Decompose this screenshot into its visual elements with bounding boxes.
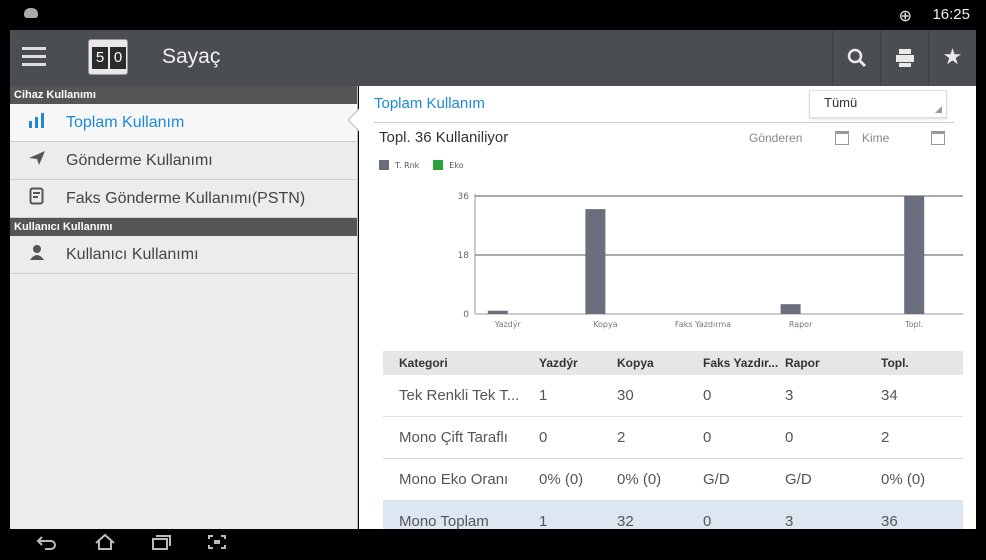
- y-tick-label: 18: [458, 251, 470, 261]
- bar: [780, 304, 801, 314]
- sidebar-item-user-usage[interactable]: Kullanıcı Kullanımı: [10, 236, 357, 274]
- table-cell: 34: [881, 387, 898, 404]
- status-bar: ⊕ 16:25: [10, 0, 976, 30]
- legend-label: Eko: [449, 160, 464, 170]
- column-header[interactable]: Rapor: [779, 356, 867, 370]
- legend-label: T. Rnk: [395, 160, 420, 170]
- column-header[interactable]: Topl.: [867, 356, 947, 370]
- table-cell: Tek Renkli Tek T...: [399, 387, 520, 404]
- dropdown-corner-icon: [935, 106, 942, 113]
- usage-table: Kategori Yazdýr Kopya Faks Yazdır... Rap…: [383, 351, 963, 529]
- column-header[interactable]: Kategori: [383, 356, 523, 370]
- sidebar-item-total-usage[interactable]: Toplam Kullanım: [10, 104, 357, 142]
- table-cell: Mono Çift Taraflı: [399, 429, 508, 446]
- usage-summary: Topl. 36 Kullaniliyor: [379, 129, 509, 146]
- tablet-screen: ⊕ 16:25 5 0 Sayaç ★ Cihaz Kullanımı Topl…: [10, 0, 976, 560]
- table-cell: 32: [617, 513, 634, 529]
- table-cell: 3: [785, 513, 794, 529]
- table-cell: G/D: [703, 471, 730, 488]
- table-cell: 0% (0): [617, 471, 662, 488]
- column-header[interactable]: Kopya: [607, 356, 693, 370]
- page-title: Toplam Kullanım: [374, 95, 485, 112]
- section-header-user-usage: Kullanıcı Kullanımı: [10, 218, 357, 236]
- table-cell: 0: [703, 429, 712, 446]
- sidebar-item-fax-send-usage[interactable]: Faks Gönderme Kullanımı(PSTN): [10, 180, 357, 218]
- table-cell: 36: [881, 513, 898, 529]
- to-label: Kime: [862, 131, 890, 145]
- sidebar-item-label: Gönderme Kullanımı: [66, 151, 213, 169]
- legend-swatch: [379, 160, 389, 170]
- counter-app-logo: 5 0: [88, 39, 128, 75]
- logo-digit: 0: [110, 47, 126, 69]
- table-cell: 30: [617, 387, 634, 404]
- table-cell: Mono Toplam: [399, 513, 489, 529]
- table-cell: 0% (0): [881, 471, 926, 488]
- main-content: Toplam Kullanım Tümü Topl. 36 Kullaniliy…: [359, 86, 976, 529]
- table-cell: 1: [539, 513, 548, 529]
- section-header-device-usage: Cihaz Kullanımı: [10, 86, 357, 104]
- calendar-icon[interactable]: [931, 131, 945, 145]
- notification-icon: [24, 8, 38, 18]
- column-header[interactable]: Yazdýr: [523, 356, 607, 370]
- home-icon[interactable]: [94, 533, 116, 556]
- usage-bar-chart: 0 18 36 Yazdýr Kopya Faks Yazdırma Rapor Topl.: [458, 192, 963, 329]
- bar: [487, 310, 508, 314]
- y-tick-label: 36: [458, 192, 470, 202]
- screenshot-icon[interactable]: [206, 533, 228, 556]
- bar-chart-icon: [24, 112, 50, 133]
- app-title: Sayaç: [162, 45, 221, 68]
- x-tick-label: Faks Yazdırma: [675, 320, 731, 329]
- chart-legend: T. Rnk Eko: [379, 160, 464, 170]
- globe-icon: ⊕: [898, 6, 912, 25]
- table-cell: 0: [539, 429, 548, 446]
- table-cell: 0: [785, 429, 794, 446]
- table-row[interactable]: Mono Toplam 1 32 0 3 36: [383, 501, 963, 529]
- legend-swatch: [433, 160, 444, 170]
- filter-dropdown[interactable]: Tümü: [809, 90, 947, 118]
- bar: [904, 196, 925, 314]
- table-cell: 0: [703, 387, 712, 404]
- table-cell: 2: [617, 429, 626, 446]
- system-nav-bar: [10, 529, 976, 560]
- bar: [585, 209, 606, 314]
- app-bar: 5 0 Sayaç ★: [10, 30, 976, 86]
- logo-digit: 5: [92, 47, 108, 69]
- recents-icon[interactable]: [150, 533, 172, 556]
- table-row[interactable]: Tek Renkli Tek T... 1 30 0 3 34: [383, 375, 963, 417]
- table-row[interactable]: Mono Çift Taraflı 0 2 0 0 2: [383, 417, 963, 459]
- filter-selected-value: Tümü: [824, 95, 858, 110]
- table-cell: 1: [539, 387, 548, 404]
- table-cell: 3: [785, 387, 794, 404]
- sidebar-item-label: Faks Gönderme Kullanımı(PSTN): [66, 189, 306, 207]
- table-cell: 2: [881, 429, 890, 446]
- column-header[interactable]: Faks Yazdır...: [693, 356, 779, 370]
- user-icon: [24, 244, 50, 265]
- table-cell: 0: [703, 513, 712, 529]
- clock: 16:25: [932, 6, 970, 23]
- table-cell: Mono Eko Oranı: [399, 471, 509, 488]
- x-tick-label: Yazdýr: [494, 320, 522, 329]
- divider: [374, 122, 954, 123]
- y-tick-label: 0: [463, 310, 469, 320]
- sidebar-item-label: Kullanıcı Kullanımı: [66, 245, 199, 263]
- x-tick-label: Kopya: [593, 320, 618, 329]
- table-cell: 0% (0): [539, 471, 584, 488]
- star-icon[interactable]: ★: [928, 30, 976, 86]
- from-label: Gönderen: [749, 131, 803, 145]
- fax-document-icon: [24, 187, 50, 210]
- table-cell: G/D: [785, 471, 812, 488]
- printer-icon[interactable]: [880, 30, 928, 86]
- table-row[interactable]: Mono Eko Oranı 0% (0) 0% (0) G/D G/D 0% …: [383, 459, 963, 501]
- search-icon[interactable]: [832, 30, 880, 86]
- menu-icon[interactable]: [22, 47, 46, 67]
- sidebar: Cihaz Kullanımı Toplam Kullanım Gönderme…: [10, 86, 358, 529]
- sidebar-item-send-usage[interactable]: Gönderme Kullanımı: [10, 142, 357, 180]
- back-icon[interactable]: [36, 533, 58, 556]
- x-tick-label: Rapor: [789, 320, 813, 329]
- table-header: Kategori Yazdýr Kopya Faks Yazdır... Rap…: [383, 351, 963, 375]
- sidebar-item-label: Toplam Kullanım: [66, 113, 185, 131]
- send-icon: [24, 150, 50, 171]
- x-tick-label: Topl.: [904, 320, 923, 329]
- calendar-icon[interactable]: [835, 131, 849, 145]
